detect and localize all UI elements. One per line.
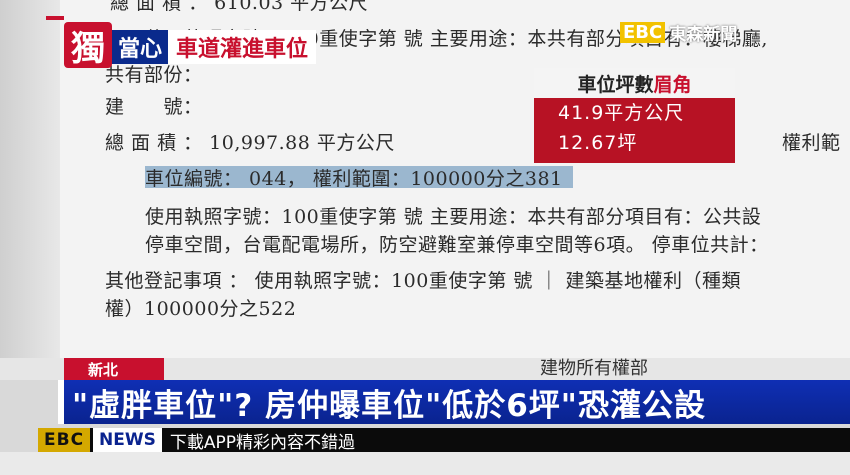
doc-line-6: 車位編號： 044， 權利範圍：100000分之381 [145, 168, 563, 190]
location-tag: 新北 [64, 358, 164, 380]
doc-line-3: 共有部份： [105, 64, 203, 86]
info-heading-red: 眉角 [653, 73, 692, 96]
doc-line-1: 總 面 積 ： 610.03 平方公尺 [110, 0, 369, 14]
info-values: 41.9平方公尺 12.67坪 [534, 98, 735, 163]
ticker-news-label: NEWS [93, 428, 162, 452]
ticker-ebc-logo: EBC [38, 428, 91, 452]
doc-line-10: 權）100000分之522 [105, 298, 297, 320]
title-part-a: 當心 [112, 30, 169, 64]
channel-logo: EBC 東森新聞 [620, 20, 737, 45]
headline: "虛胖車位"? 房仲曝車位"低於6坪"恐灌公設 [64, 380, 850, 424]
footer-strip [0, 452, 850, 475]
info-heading-text: 車位坪數 [577, 73, 654, 96]
doc-line-4: 建 號： [105, 96, 203, 118]
info-box: 車位坪數 眉角 41.9平方公尺 12.67坪 [534, 68, 735, 163]
left-shade [0, 0, 60, 360]
corner-accent [46, 16, 64, 20]
doc-line-8: 停車空間，台電配電場所，防空避難室兼停車空間等6項。 停車位共計： [145, 234, 769, 256]
doc-line-9: 其他登記事項 ： 使用執照字號：100重使字第 號 ｜ 建築基地權利（種類 [105, 270, 741, 292]
info-value-ping: 12.67坪 [558, 132, 638, 154]
doc-caption: 建物所有權部 [540, 358, 648, 379]
segment-title: 當心 車道灌進車位 [112, 30, 317, 64]
news-ticker: EBC NEWS 下載APP精彩內容不錯過 [38, 428, 850, 453]
info-value-area: 41.9平方公尺 [558, 102, 685, 124]
doc-line-5-right: 權利範 [782, 132, 841, 154]
title-part-b: 車道灌進車位 [168, 30, 317, 64]
doc-line-5: 總 面 積 ： 10,997.88 平方公尺 [105, 132, 395, 154]
exclusive-badge: 獨 [64, 22, 112, 69]
ticker-text: 下載APP精彩內容不錯過 [169, 432, 356, 453]
info-heading: 車位坪數 眉角 [534, 68, 735, 98]
ebc-logo-icon: EBC [620, 22, 666, 43]
channel-name: 東森新聞 [669, 25, 738, 45]
doc-line-7: 使用執照字號：100重使字第 號 主要用途：本共有部分項目有：公共設 [145, 206, 762, 228]
